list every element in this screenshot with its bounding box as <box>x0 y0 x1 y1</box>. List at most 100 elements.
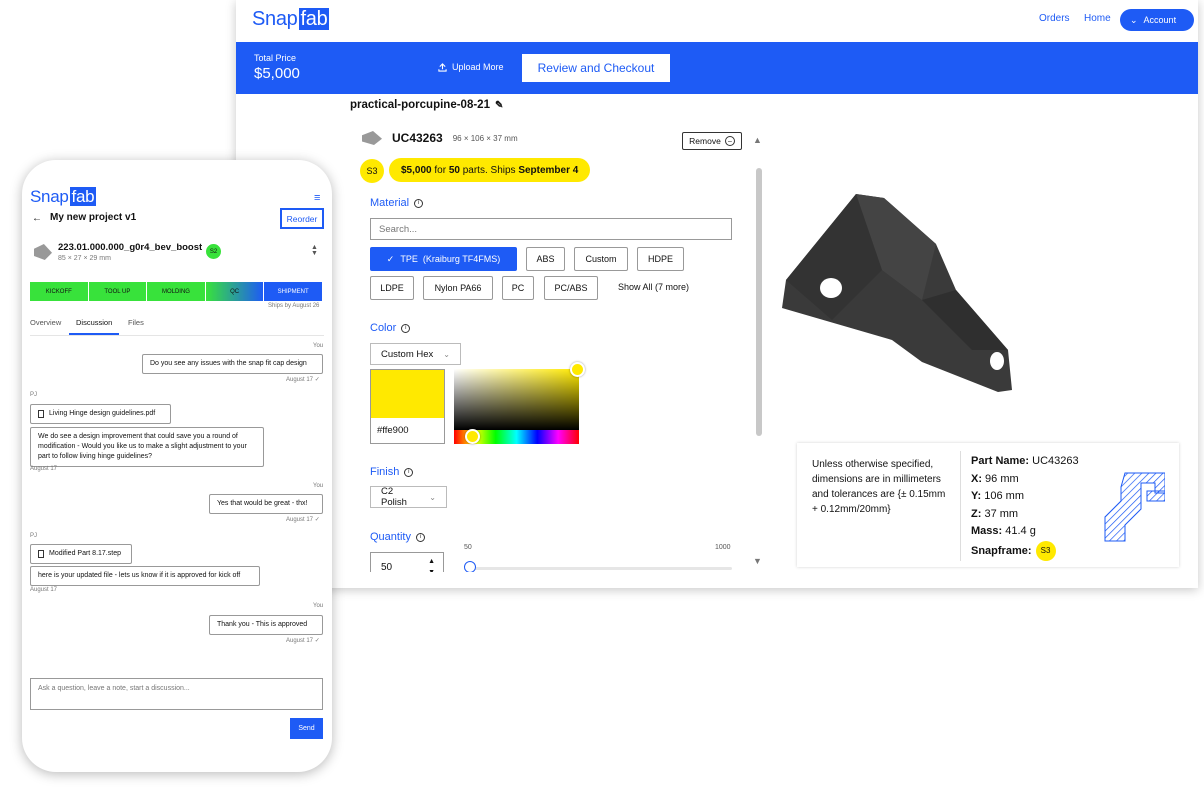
tab-divider <box>30 335 324 336</box>
material-chip-abs[interactable]: ABS <box>526 247 565 271</box>
config-scrollbar[interactable]: ▲ ▼ <box>752 132 764 572</box>
project-name-text: practical-porcupine-08-21 <box>350 99 490 111</box>
sv-handle[interactable] <box>570 362 585 377</box>
swatch-preview <box>371 370 444 418</box>
material-chip-ldpe[interactable]: LDPE <box>370 276 414 300</box>
spec-label: Mass: <box>971 525 1003 537</box>
snapframe-icon <box>1104 472 1165 542</box>
message-input[interactable]: Ask a question, leave a note, start a di… <box>30 678 323 710</box>
spec-value: 41.4 g <box>1002 525 1036 537</box>
scroll-up-icon[interactable]: ▲ <box>753 135 762 145</box>
tab-overview[interactable]: Overview <box>30 318 61 327</box>
remove-label: Remove <box>689 136 721 146</box>
hex-input[interactable]: #ffe900 <box>371 418 444 443</box>
pill-parts: parts. Ships <box>459 164 519 176</box>
part-name: 223.01.000.000_g0r4_bev_boost <box>58 242 203 253</box>
nav-orders-link[interactable]: Orders <box>1039 13 1070 24</box>
snapframe-badge: S3 <box>1035 540 1056 561</box>
quantity-slider-track[interactable] <box>464 567 732 570</box>
part-3d-preview[interactable] <box>772 180 1032 410</box>
material-chip-nylon[interactable]: Nylon PA66 <box>423 276 493 300</box>
finish-value: C2 Polish <box>381 486 407 508</box>
info-icon[interactable]: i <box>414 198 424 208</box>
spec-value: 37 mm <box>981 507 1019 520</box>
saturation-value-area[interactable] <box>454 369 579 430</box>
logo-text-b: fab <box>69 187 97 206</box>
ships-by: Ships by August 26 <box>268 303 320 309</box>
message-bubble: We do see a design improvement that coul… <box>30 427 264 467</box>
show-all-link[interactable]: Show All (7 more) <box>618 282 689 292</box>
spec-value: 106 mm <box>981 490 1024 502</box>
back-arrow-icon[interactable]: ← <box>32 213 42 224</box>
material-chip-tpe[interactable]: ✓ TPE (Kraiburg TF4FMS) <box>370 247 517 271</box>
color-picker[interactable] <box>454 362 585 444</box>
expand-toggle-icon[interactable]: ▲ ▼ <box>311 244 318 257</box>
snapframe-badge: S3 <box>360 159 384 183</box>
stage-shipment: SHIPMENT <box>264 282 322 301</box>
info-icon[interactable]: i <box>404 467 414 477</box>
review-checkout-button[interactable]: Review and Checkout <box>522 54 670 82</box>
nav-home-link[interactable]: Home <box>1084 13 1111 24</box>
pencil-icon[interactable]: ✎ <box>495 100 503 111</box>
part-thumbnail-icon <box>34 244 52 260</box>
spec-label: X: <box>971 472 982 485</box>
minus-circle-icon: − <box>724 136 735 146</box>
upload-icon <box>438 62 447 72</box>
color-label: Color i <box>370 322 411 334</box>
color-mode-select[interactable]: Custom Hex ⌄ <box>370 343 461 365</box>
snapfab-logo[interactable]: Snap fab <box>252 8 330 31</box>
check-icon: ✓ <box>314 638 320 644</box>
message-date: August 17 <box>30 587 58 593</box>
check-icon: ✓ <box>386 253 395 264</box>
upload-more-button[interactable]: Upload More <box>438 62 504 72</box>
scroll-thumb[interactable] <box>756 168 762 436</box>
snapfab-logo[interactable]: Snap fab <box>30 187 97 207</box>
tab-files[interactable]: Files <box>128 318 144 327</box>
desktop-window: Snap fab Orders Home ⌄ Account Total Pric… <box>236 0 1198 588</box>
pill-qty: 50 <box>448 164 460 176</box>
divider <box>960 451 961 561</box>
account-label: Account <box>1143 15 1177 25</box>
message-date: August 17 ✓ <box>286 516 320 523</box>
material-chip-pcabs[interactable]: PC/ABS <box>544 276 598 300</box>
progress-stages: KICKOFF TOOL UP MOLDING QC SHIPMENT <box>30 282 322 301</box>
checkout-bar: Total Price $5,000 Upload More Review an… <box>236 42 1198 94</box>
file-attachment[interactable]: Modified Part 8.17.step <box>30 544 132 564</box>
stage-tool-up: TOOL UP <box>88 282 147 301</box>
spec-value: UC43263 <box>1029 455 1079 467</box>
info-icon[interactable]: i <box>415 532 425 542</box>
scroll-down-icon[interactable]: ▼ <box>753 556 762 566</box>
quantity-slider-handle[interactable] <box>464 561 476 572</box>
part-thumbnail-icon <box>362 131 382 145</box>
material-search-input[interactable]: Search... <box>370 218 732 240</box>
send-button[interactable]: Send <box>290 718 323 739</box>
material-chip-hdpe[interactable]: HDPE <box>637 247 684 271</box>
info-icon[interactable]: i <box>401 323 411 333</box>
material-chip-custom[interactable]: Custom <box>574 247 628 271</box>
chip-label: TPE (Kraiburg TF4FMS) <box>400 254 501 264</box>
spec-label: Snapframe: <box>971 544 1032 557</box>
check-icon: ✓ <box>314 377 320 383</box>
quantity-stepper[interactable]: 50 ▲▼ <box>370 552 444 572</box>
project-name[interactable]: practical-porcupine-08-21 ✎ <box>350 99 503 111</box>
hue-handle[interactable] <box>465 429 480 444</box>
tolerance-note: Unless otherwise specified, dimensions a… <box>812 459 946 515</box>
author-you: You <box>313 603 324 609</box>
hamburger-menu-icon[interactable]: ≡ <box>314 192 320 204</box>
reorder-button[interactable]: Reorder <box>280 208 324 229</box>
material-chip-pc[interactable]: PC <box>502 276 534 300</box>
slider-max-label: 1000 <box>715 544 731 551</box>
account-button[interactable]: ⌄ Account <box>1120 9 1194 31</box>
stage-qc: QC <box>205 282 264 301</box>
logo-text-a: Snap <box>30 187 69 206</box>
stepper-arrows[interactable]: ▲▼ <box>428 556 435 572</box>
remove-button[interactable]: Remove − <box>682 132 742 150</box>
author-pj: PJ <box>30 533 38 539</box>
finish-select[interactable]: C2 Polish ⌄ <box>370 486 447 508</box>
part-info: Part Name: UC43263 X: 96 mm Y: 106 mm Z:… <box>971 453 1079 561</box>
tab-discussion[interactable]: Discussion <box>76 318 112 327</box>
file-attachment[interactable]: Living Hinge design guidelines.pdf <box>30 404 171 424</box>
author-you: You <box>313 343 324 349</box>
snapframe-badge: S2 <box>206 244 221 259</box>
spec-label: Part Name: <box>971 455 1030 467</box>
